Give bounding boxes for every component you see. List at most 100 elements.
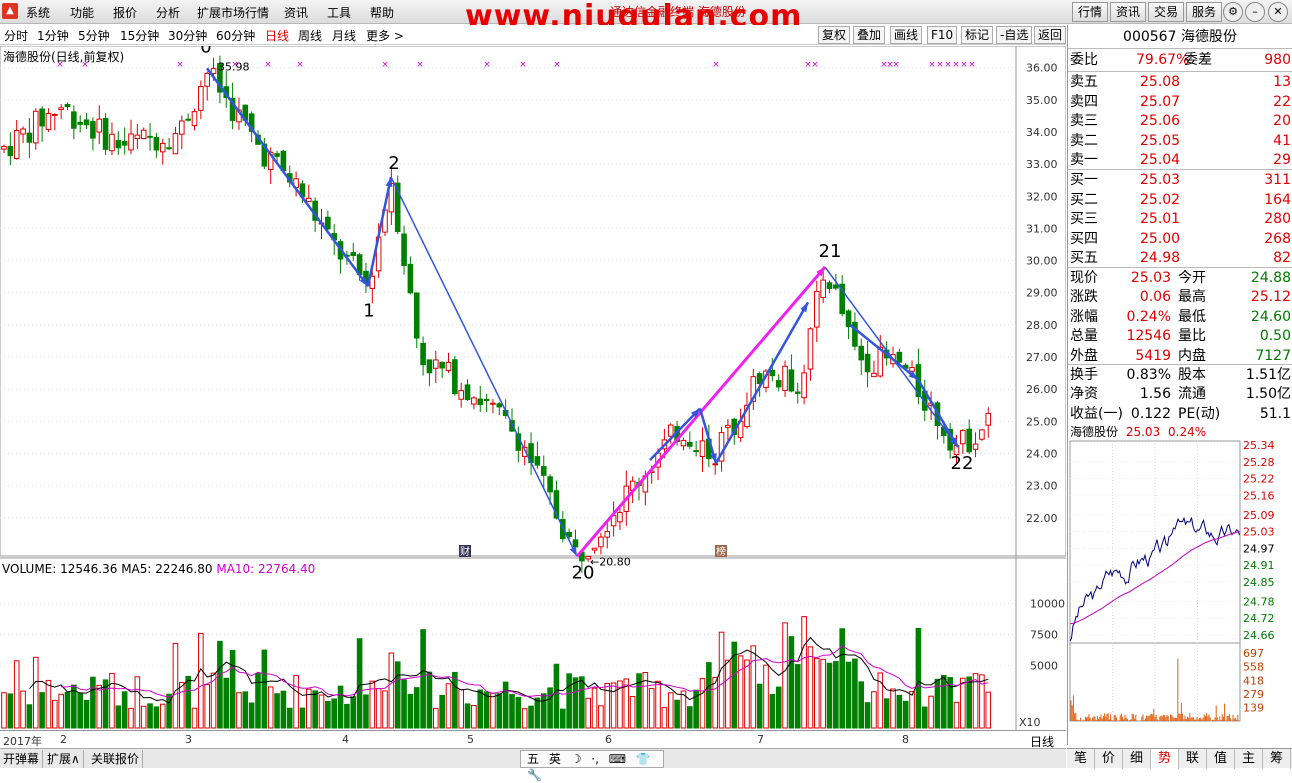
- quote-tab[interactable]: 笔: [1067, 749, 1095, 769]
- candle-body: [833, 284, 839, 289]
- period-60min[interactable]: 60分钟: [216, 27, 255, 44]
- ime-toolbar[interactable]: 五 英 ☽ ·, ⌨ 👕 🔧: [520, 750, 664, 782]
- sell-level-label: 卖二: [1070, 132, 1098, 149]
- menu-item-news[interactable]: 资讯: [284, 4, 308, 21]
- sell-level-row[interactable]: 卖五 25.08 13: [1068, 73, 1292, 92]
- buy-level-row[interactable]: 买四 25.00 268: [1068, 230, 1292, 249]
- tool-f10[interactable]: F10: [927, 26, 958, 44]
- wave-label: 0: [200, 46, 211, 57]
- period-30min[interactable]: 30分钟: [168, 27, 207, 44]
- time-label: 2017年: [3, 735, 42, 748]
- y-axis-tick: 36.00: [1026, 62, 1058, 75]
- candle-body: [820, 279, 826, 299]
- buy-level-volume: 311: [1264, 172, 1291, 188]
- quote-tab[interactable]: 联: [1179, 749, 1207, 769]
- tool-watchlist[interactable]: -自选: [996, 26, 1033, 44]
- ime-lang-icon[interactable]: 英: [549, 752, 561, 766]
- tool-overlay[interactable]: 叠加: [853, 26, 886, 44]
- y-axis-tick: 34.00: [1026, 126, 1058, 139]
- stat-value: 25.12: [1250, 289, 1291, 306]
- tool-restore-rights[interactable]: 复权: [818, 26, 851, 44]
- quote-tab[interactable]: 主: [1235, 749, 1263, 769]
- expand-button[interactable]: 扩展∧: [44, 750, 84, 768]
- buy-level-row[interactable]: 买三 25.01 280: [1068, 210, 1292, 229]
- candle-body: [77, 121, 84, 125]
- stat-value: 24.60: [1250, 308, 1291, 325]
- volume-bar: [134, 676, 141, 729]
- sell-level-row[interactable]: 卖一 25.04 29: [1068, 151, 1292, 170]
- event-marker-x: ×: [381, 60, 389, 70]
- volume-bar: [261, 649, 268, 729]
- ime-skin-icon[interactable]: 👕: [636, 752, 651, 766]
- menu-item-help[interactable]: 帮助: [370, 4, 394, 21]
- volume-bar: [775, 686, 782, 729]
- minimize-icon[interactable]: –: [1245, 2, 1265, 22]
- candle-body: [960, 429, 966, 445]
- menu-item-tools[interactable]: 工具: [327, 4, 351, 21]
- volume-bar: [598, 705, 604, 729]
- tool-back[interactable]: 返回: [1034, 26, 1066, 44]
- volume-bar: [433, 708, 439, 729]
- volume-bar: [312, 690, 318, 729]
- ime-mode-icon[interactable]: 五: [527, 752, 539, 766]
- close-icon[interactable]: ✕: [1268, 2, 1288, 22]
- danmaku-button[interactable]: 开弹幕: [0, 750, 44, 768]
- menu-item-analysis[interactable]: 分析: [156, 4, 180, 21]
- order-ratio-row: 委比 79.67% 委差 980: [1068, 51, 1292, 70]
- quote-tab[interactable]: 价: [1095, 749, 1123, 769]
- sell-level-label: 卖一: [1070, 152, 1098, 168]
- sell-level-row[interactable]: 卖四 25.07 22: [1068, 93, 1292, 112]
- related-quotes-button[interactable]: 关联报价: [88, 750, 144, 768]
- intraday-price-tick: 25.34: [1243, 439, 1275, 452]
- sell-level-row[interactable]: 卖三 25.06 20: [1068, 112, 1292, 131]
- buy-level-row[interactable]: 买五 24.98 82: [1068, 249, 1292, 268]
- quote-tab[interactable]: 细: [1123, 749, 1151, 769]
- buy-level-row[interactable]: 买二 25.02 164: [1068, 191, 1292, 210]
- ime-keyboard-icon[interactable]: ⌨: [609, 752, 626, 766]
- menu-item-function[interactable]: 功能: [70, 4, 94, 21]
- period-15min[interactable]: 15分钟: [120, 27, 159, 44]
- volume-bar: [782, 622, 788, 729]
- settings-icon[interactable]: ⚙: [1223, 2, 1243, 22]
- period-more[interactable]: 更多 >: [366, 27, 404, 44]
- ime-settings-icon[interactable]: 🔧: [527, 768, 542, 782]
- ime-punct-icon[interactable]: ·,: [591, 752, 599, 766]
- period-tick[interactable]: 分时: [4, 27, 28, 44]
- y-axis-tick: 35.00: [1026, 94, 1058, 107]
- candle-body: [115, 140, 122, 149]
- volume-bar: [242, 691, 249, 729]
- volume-bar: [706, 662, 712, 729]
- period-daily[interactable]: 日线: [265, 27, 289, 44]
- candle-body: [896, 351, 903, 363]
- kline-chart[interactable]: 36.00 35.00 34.00 33.00 32.00 31.00 30.00 29.00…: [0, 46, 1066, 730]
- ime-moon-icon[interactable]: ☽: [571, 752, 582, 766]
- intraday-chart[interactable]: 海德股份 25.03 0.24% 25.34 25.28 25.22 25.16 25.…: [1068, 423, 1292, 723]
- stat-value: 51.1: [1259, 405, 1291, 422]
- high-price-label: 35.98: [218, 60, 250, 73]
- tool-draw-line[interactable]: 画线: [890, 26, 923, 44]
- top-button-market[interactable]: 行情: [1072, 2, 1109, 22]
- intraday-price-tick: 24.91: [1243, 559, 1275, 572]
- sell-level-row[interactable]: 卖二 25.05 41: [1068, 132, 1292, 151]
- volume-bar: [674, 699, 680, 729]
- quote-tab[interactable]: 势: [1151, 749, 1179, 769]
- period-weekly[interactable]: 周线: [298, 27, 322, 44]
- volume-bar: [839, 628, 846, 729]
- volume-bar: [350, 696, 357, 729]
- menu-item-quote[interactable]: 报价: [113, 4, 137, 21]
- tool-mark[interactable]: 标记: [961, 26, 994, 44]
- quote-tab[interactable]: 筹: [1263, 749, 1291, 769]
- top-button-news[interactable]: 资讯: [1110, 2, 1147, 22]
- period-5min[interactable]: 5分钟: [78, 27, 110, 44]
- volume-bar: [191, 707, 198, 729]
- menu-item-system[interactable]: 系统: [26, 4, 50, 21]
- buy-level-row[interactable]: 买一 25.03 311: [1068, 171, 1292, 190]
- menu-item-extended-market[interactable]: 扩展市场行情: [197, 4, 269, 21]
- top-button-trade[interactable]: 交易: [1148, 2, 1185, 22]
- quote-tab[interactable]: 值: [1207, 749, 1235, 769]
- period-monthly[interactable]: 月线: [332, 27, 356, 44]
- period-1min[interactable]: 1分钟: [37, 27, 69, 44]
- candle-body: [693, 450, 699, 453]
- volume-bar: [236, 692, 242, 729]
- top-button-service[interactable]: 服务: [1186, 2, 1223, 22]
